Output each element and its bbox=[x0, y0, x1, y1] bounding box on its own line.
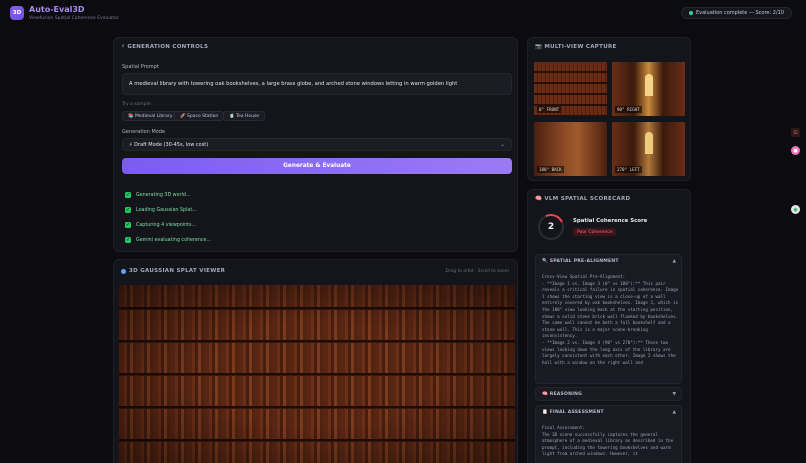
prompt-label: Spatial Prompt bbox=[122, 64, 159, 70]
step-label: Capturing 4 viewpoints... bbox=[136, 222, 197, 228]
generation-controls-title: ⚡ GENERATION CONTROLS bbox=[121, 44, 209, 50]
step-item: ✓ Loading Gaussian Splat... bbox=[125, 207, 197, 213]
chevron-up-icon[interactable]: ▲ bbox=[672, 410, 676, 415]
view-left[interactable]: 270° LEFT bbox=[612, 122, 685, 176]
check-icon: ✓ bbox=[125, 237, 131, 243]
splat-viewer-title: 3D GAUSSIAN SPLAT VIEWER bbox=[121, 268, 225, 274]
app-title: Auto-Eval3D bbox=[29, 5, 85, 14]
app-subtitle: Viewfusion Spatial Coherence Evaluator bbox=[29, 16, 119, 21]
view-label: 180° BACK bbox=[537, 166, 564, 173]
check-icon: ✓ bbox=[125, 222, 131, 228]
step-item: ✓ Capturing 4 viewpoints... bbox=[125, 222, 196, 228]
coherence-badge: Poor Coherence bbox=[573, 228, 617, 236]
view-label: 90° RIGHT bbox=[615, 106, 642, 113]
generation-controls-panel: ⚡ GENERATION CONTROLS Spatial Prompt A m… bbox=[113, 37, 518, 252]
sample-chip-tea-house[interactable]: 🍵 Tea House bbox=[223, 111, 266, 121]
section-title[interactable]: 🧠 REASONING bbox=[542, 392, 582, 397]
section-final-assessment: 📋 FINAL ASSESSMENT ▲ Final Assessment: T… bbox=[535, 405, 682, 463]
section-title[interactable]: 🔍 SPATIAL PRE-ALIGNMENT bbox=[542, 259, 619, 264]
view-right[interactable]: 90° RIGHT bbox=[612, 62, 685, 116]
chevron-down-icon: ⌄ bbox=[499, 141, 505, 148]
section-reasoning[interactable]: 🧠 REASONING ▼ bbox=[535, 387, 682, 401]
score-title: Spatial Coherence Score bbox=[573, 218, 648, 224]
globe-icon bbox=[121, 268, 126, 274]
scorecard-title: 🧠 VLM SPATIAL SCORECARD bbox=[535, 196, 631, 202]
samples-label: Try a sample: bbox=[122, 102, 153, 107]
side-extension-icon[interactable]: ◉ bbox=[791, 205, 800, 214]
step-item: ✓ Gemini evaluating coherence... bbox=[125, 237, 211, 243]
chevron-up-icon[interactable]: ▲ bbox=[672, 259, 676, 264]
chevron-down-icon[interactable]: ▼ bbox=[672, 392, 676, 397]
section-title[interactable]: 📋 FINAL ASSESSMENT bbox=[542, 410, 604, 415]
mode-select-value: ⚡ Draft Mode (30-45s, low cost) bbox=[129, 141, 209, 148]
prompt-input[interactable]: A medieval library with towering oak boo… bbox=[122, 73, 512, 95]
status-text: Evaluation complete — Score: 2/10 bbox=[695, 10, 784, 16]
multiview-title: 📷 MULTI-VIEW CAPTURE bbox=[535, 44, 617, 50]
splat-canvas[interactable] bbox=[119, 285, 515, 463]
scorecard-panel: 🧠 VLM SPATIAL SCORECARD 2 Spatial Cohere… bbox=[527, 189, 691, 463]
splat-viewer-panel: 3D GAUSSIAN SPLAT VIEWER Drag to orbit ·… bbox=[113, 259, 518, 463]
status-pill: Evaluation complete — Score: 2/10 bbox=[680, 7, 792, 19]
multiview-panel: 📷 MULTI-VIEW CAPTURE 0° FRONT 90° RIGHT … bbox=[527, 37, 691, 181]
section-body: Cross-View Spatial Pre-Alignment: - **Im… bbox=[542, 274, 679, 365]
viewer-hint: Drag to orbit · Scroll to zoom bbox=[445, 269, 509, 274]
score-value: 2 bbox=[547, 222, 555, 232]
view-back[interactable]: 180° BACK bbox=[534, 122, 607, 176]
section-body: Final Assessment: The 3D scene successfu… bbox=[542, 425, 674, 457]
status-dot-icon bbox=[688, 11, 693, 15]
view-front[interactable]: 0° FRONT bbox=[534, 62, 607, 116]
app-logo: 3D bbox=[10, 6, 24, 20]
check-icon: ✓ bbox=[125, 192, 131, 198]
step-label: Loading Gaussian Splat... bbox=[136, 207, 197, 213]
step-item: ✓ Generating 3D world... bbox=[125, 192, 190, 198]
view-label: 270° LEFT bbox=[615, 166, 642, 173]
sample-chip-space-station[interactable]: 🚀 Space Station bbox=[174, 111, 225, 121]
view-label: 0° FRONT bbox=[537, 106, 562, 113]
sample-chip-medieval-library[interactable]: 📚 Medieval Library bbox=[122, 111, 179, 121]
step-label: Gemini evaluating coherence... bbox=[136, 237, 212, 243]
step-label: Generating 3D world... bbox=[136, 192, 191, 198]
section-pre-alignment: 🔍 SPATIAL PRE-ALIGNMENT ▲ Cross-View Spa… bbox=[535, 254, 682, 384]
check-icon: ✓ bbox=[125, 207, 131, 213]
generate-evaluate-button[interactable]: Generate & Evaluate bbox=[122, 158, 512, 174]
side-tool-icon[interactable]: ⊡ bbox=[791, 128, 800, 137]
mode-select[interactable]: ⚡ Draft Mode (30-45s, low cost) ⌄ bbox=[122, 138, 512, 151]
mode-label: Generation Mode bbox=[122, 129, 166, 135]
side-record-icon[interactable]: ● bbox=[791, 146, 800, 155]
